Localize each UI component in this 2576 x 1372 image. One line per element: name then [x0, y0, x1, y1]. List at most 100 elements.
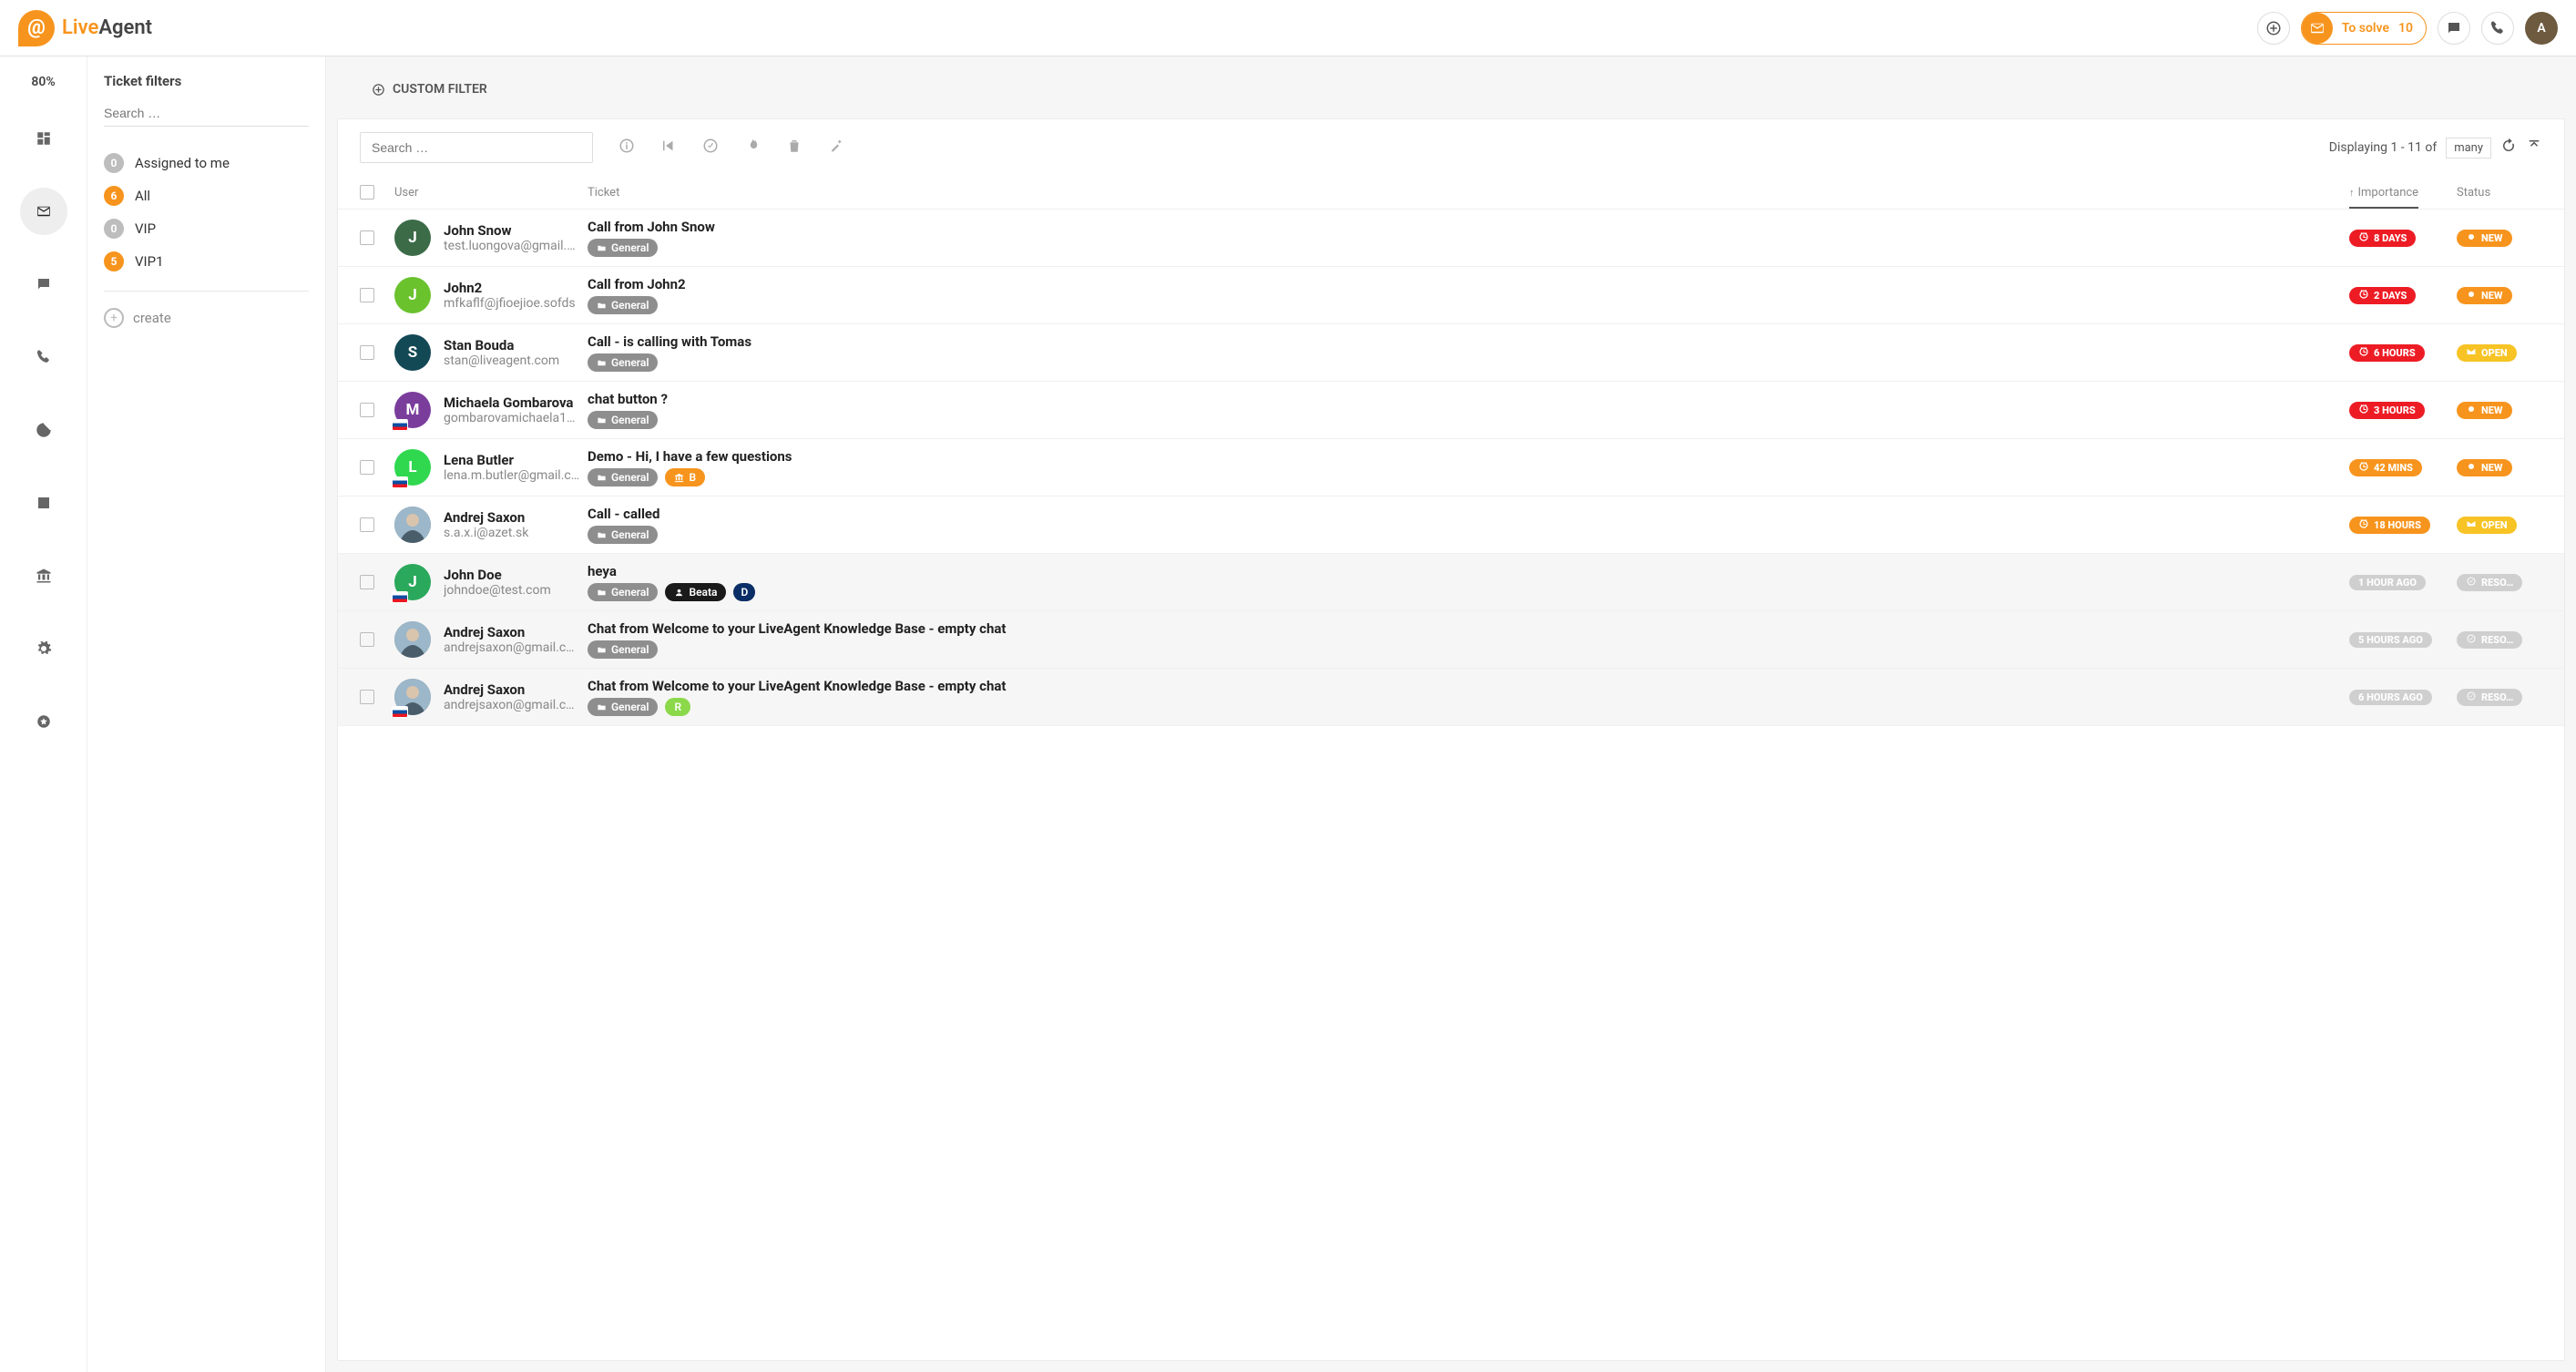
divider: [104, 291, 309, 292]
row-checkbox[interactable]: [360, 690, 374, 704]
table-row[interactable]: L Lena Butler lena.m.butler@gmail.c… Dem…: [338, 439, 2564, 497]
table-row[interactable]: Andrej Saxon s.a.x.i@azet.sk Call - call…: [338, 497, 2564, 554]
tag[interactable]: General: [588, 296, 658, 314]
user-name: Michaela Gombarova: [444, 394, 588, 411]
row-checkbox[interactable]: [360, 288, 374, 302]
col-ticket[interactable]: Ticket: [588, 186, 2349, 200]
tag[interactable]: R: [665, 698, 690, 716]
to-solve-button[interactable]: To solve 10: [2301, 12, 2427, 45]
logo[interactable]: LiveAgent: [18, 10, 152, 46]
filter-item[interactable]: 5VIP1: [104, 245, 309, 278]
table-row[interactable]: S Stan Bouda stan@liveagent.com Call - i…: [338, 324, 2564, 382]
status-pill: NEW: [2457, 402, 2512, 419]
hot-button[interactable]: [744, 138, 761, 158]
avatar-initial: A: [2537, 21, 2545, 36]
star-circle-icon: [36, 713, 52, 730]
table-row[interactable]: M Michaela Gombarova gombarovamichaela1……: [338, 382, 2564, 439]
row-checkbox[interactable]: [360, 230, 374, 245]
tag[interactable]: General: [588, 583, 658, 601]
tag[interactable]: General: [588, 239, 658, 257]
user-avatar[interactable]: A: [2525, 12, 2558, 45]
status-pill: NEW: [2457, 287, 2512, 304]
row-checkbox[interactable]: [360, 517, 374, 532]
table-row[interactable]: J John Snow test.luongova@gmail.… Call f…: [338, 210, 2564, 267]
row-checkbox[interactable]: [360, 632, 374, 647]
chat-bubble-button[interactable]: [2438, 12, 2470, 45]
info-icon: [618, 138, 635, 154]
ticket-col: heya GeneralBeataD: [588, 563, 2349, 601]
avatar: [394, 507, 431, 543]
tag[interactable]: Beata: [665, 583, 726, 601]
plus-icon: +: [104, 308, 124, 328]
forward-button[interactable]: [660, 138, 677, 158]
row-checkbox[interactable]: [360, 345, 374, 360]
row-checkbox[interactable]: [360, 403, 374, 417]
tag[interactable]: General: [588, 353, 658, 372]
nav-contacts[interactable]: [20, 479, 67, 527]
magic-button[interactable]: [828, 138, 844, 158]
tag[interactable]: General: [588, 640, 658, 659]
export-button[interactable]: [2526, 138, 2542, 158]
ticket-col: Call from John Snow General: [588, 219, 2349, 257]
nav-knowledge[interactable]: [20, 552, 67, 599]
tag[interactable]: General: [588, 468, 658, 486]
nav-settings[interactable]: [20, 625, 67, 672]
nav-rail: 80%: [0, 56, 87, 1372]
filter-item[interactable]: 0VIP: [104, 212, 309, 245]
row-checkbox[interactable]: [360, 575, 374, 589]
filter-title: Ticket filters: [104, 73, 309, 89]
row-checkbox[interactable]: [360, 460, 374, 475]
nav-dashboard[interactable]: [20, 115, 67, 162]
nav-extensions[interactable]: [20, 698, 67, 745]
filter-label: VIP: [135, 220, 156, 237]
filter-label: VIP1: [135, 253, 164, 270]
progress-percent[interactable]: 80%: [31, 75, 55, 89]
page-size-select[interactable]: many: [2446, 138, 2491, 159]
tag[interactable]: General: [588, 526, 658, 544]
table-row[interactable]: J John Doe johndoe@test.com heya General…: [338, 554, 2564, 611]
user-email: andrejsaxon@gmail.c…: [444, 698, 588, 712]
filter-label: Assigned to me: [135, 155, 230, 171]
dot-icon: [2466, 231, 2477, 245]
table-row[interactable]: J John2 mfkaflf@jfioejioe.sofds Call fro…: [338, 267, 2564, 324]
nav-tickets[interactable]: [20, 188, 67, 235]
resolve-button[interactable]: [702, 138, 719, 158]
create-filter-button[interactable]: + create: [104, 308, 309, 328]
nav-call[interactable]: [20, 333, 67, 381]
table-row[interactable]: Andrej Saxon andrejsaxon@gmail.c… Chat f…: [338, 669, 2564, 726]
col-importance[interactable]: ↑Importance: [2349, 186, 2457, 200]
importance-pill: 42 MINS: [2349, 459, 2422, 476]
ticket-subject: chat button ?: [588, 391, 2340, 407]
tag[interactable]: B: [665, 468, 705, 486]
nav-progress[interactable]: [20, 406, 67, 454]
tag[interactable]: General: [588, 698, 658, 716]
filter-item[interactable]: 0Assigned to me: [104, 147, 309, 179]
info-button[interactable]: [618, 138, 635, 158]
custom-filter-button[interactable]: CUSTOM FILTER: [337, 56, 2565, 118]
avatar: J: [394, 564, 431, 600]
user-col: Michaela Gombarova gombarovamichaela1…: [444, 394, 588, 425]
user-col: John Doe johndoe@test.com: [444, 567, 588, 598]
contacts-icon: [36, 495, 52, 511]
add-button[interactable]: [2257, 12, 2290, 45]
user-col: John Snow test.luongova@gmail.…: [444, 222, 588, 253]
nav-chat[interactable]: [20, 261, 67, 308]
importance-pill: 1 HOUR AGO: [2349, 575, 2426, 590]
check-icon: [2466, 576, 2477, 589]
tag[interactable]: General: [588, 411, 658, 429]
table-row[interactable]: Andrej Saxon andrejsaxon@gmail.c… Chat f…: [338, 611, 2564, 669]
filter-item[interactable]: 6All: [104, 179, 309, 212]
col-user[interactable]: User: [394, 186, 588, 200]
main: CUSTOM FILTER Displaying 1 - 11 of many: [326, 56, 2576, 1372]
refresh-button[interactable]: [2500, 138, 2517, 158]
phone-icon: [2489, 20, 2506, 36]
select-all-checkbox[interactable]: [360, 185, 374, 200]
search-input[interactable]: [360, 132, 593, 163]
bank-icon: [36, 568, 52, 584]
filter-search-input[interactable]: [104, 100, 309, 127]
col-status[interactable]: Status: [2457, 186, 2542, 200]
phone-button[interactable]: [2481, 12, 2514, 45]
tag[interactable]: D: [733, 583, 755, 601]
check-circle-icon: [702, 138, 719, 154]
delete-button[interactable]: [786, 138, 802, 158]
